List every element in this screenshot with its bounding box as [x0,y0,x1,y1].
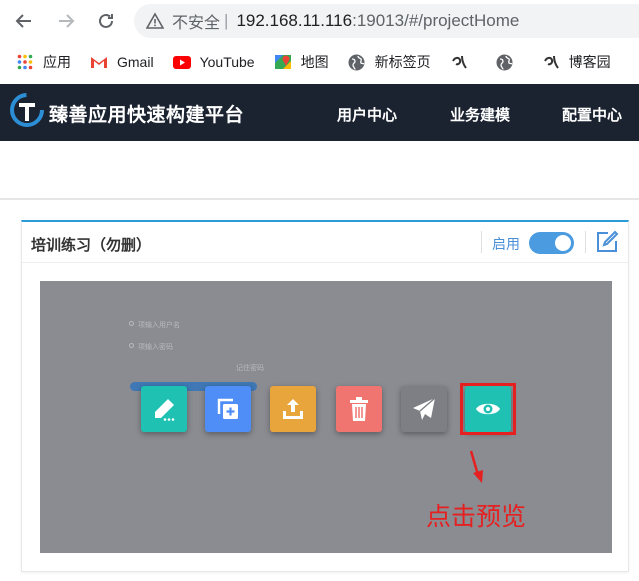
project-card: 培训练习（勿删） 启用 项输入用户名 项输入密码 记住密码 点击预览 [21,220,629,572]
nav-user-center[interactable]: 用户中心 [337,104,397,125]
bookmark-label: 地图 [300,54,329,70]
upload-icon [283,399,303,419]
bookmark-globe[interactable] [496,53,523,71]
nav-business-modeling[interactable]: 业务建模 [450,104,510,125]
edit-icon[interactable] [595,230,619,254]
reload-icon [99,13,113,28]
preview-area: 项输入用户名 项输入密码 记住密码 点击预览 [40,281,612,553]
bookmark-apps[interactable]: 应用 [16,52,71,72]
bookmark-label: 新标签页 [374,54,431,70]
copy-add-icon [217,398,238,419]
bookmarks-bar: 应用 Gmail YouTube 地图 新标签页 博客园 [0,42,639,82]
edit-button[interactable] [141,386,187,432]
warning-icon [146,12,164,29]
nav-config-center[interactable]: 配置中心 [562,104,622,125]
faint-password-text: 项输入密码 [138,344,173,351]
bookmark-maps[interactable]: 地图 [274,52,329,72]
copy-button[interactable] [205,386,251,432]
globe-icon [348,53,366,71]
enable-label: 启用 [492,236,520,252]
bookmark-label: YouTube [199,54,255,70]
url-host: 192.168.11.116 [236,11,353,30]
url-path: :19013/#/projectHome [352,11,520,30]
toggle-knob [555,235,571,251]
card-title: 培训练习（勿删） [31,237,152,254]
bookmark-custom-site[interactable] [450,53,477,71]
delete-button[interactable] [336,386,382,432]
header-divider [481,231,482,253]
globe-icon [496,53,514,71]
apps-grid-icon [16,53,34,71]
gmail-icon [90,53,108,71]
header-divider [585,231,586,253]
faint-user-icon [129,321,134,326]
custom-site-icon [450,53,468,71]
preview-annotation: 点击预览 [426,503,527,531]
youtube-icon [172,53,191,71]
bookmark-youtube[interactable]: YouTube [172,53,255,71]
faint-lock-icon [129,343,134,348]
insecure-label: 不安全 [172,15,221,32]
bookmark-cnblogs[interactable]: 博客园 [542,52,611,72]
back-button[interactable] [12,9,36,33]
content-divider [0,198,639,200]
maps-icon [274,53,292,71]
arrow-right-icon [59,14,75,28]
bookmark-label: 博客园 [568,54,611,70]
enable-toggle[interactable] [529,232,574,254]
faint-remember-text: 记住密码 [236,365,264,372]
card-header: 培训练习（勿删） 启用 [22,222,628,263]
address-bar[interactable]: 不安全 | 192.168.11.116:19013/#/projectHome [134,4,639,38]
bookmark-gmail[interactable]: Gmail [90,53,154,71]
bookmark-label: 应用 [43,54,71,70]
trash-icon [350,397,368,421]
app-title: 臻善应用快速构建平台 [49,105,245,126]
paper-plane-icon [413,397,436,420]
pencil-icon [155,399,175,421]
publish-button[interactable] [401,386,447,432]
export-button[interactable] [270,386,316,432]
preview-highlight-box [460,383,516,435]
reload-button[interactable] [94,9,118,33]
bookmark-label: Gmail [117,54,154,70]
url-separator: | [224,11,229,30]
arrow-down-icon [469,450,483,483]
app-header: 臻善应用快速构建平台 用户中心 业务建模 配置中心 [0,84,639,141]
browser-toolbar: 不安全 | 192.168.11.116:19013/#/projectHome [0,0,639,42]
bookmark-newtab[interactable]: 新标签页 [348,52,431,72]
faint-username-text: 项输入用户名 [138,322,180,329]
forward-button[interactable] [54,9,78,33]
logo-icon [10,93,44,127]
arrow-left-icon [15,14,31,28]
custom-site-icon [542,53,560,71]
